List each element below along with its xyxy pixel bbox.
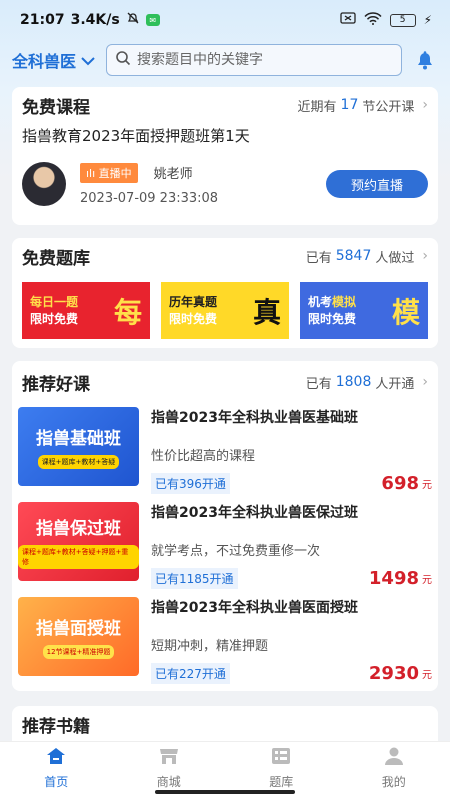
meta-count: 1808 xyxy=(335,374,372,390)
thumb-tag: 课程+题库+教材+答疑 xyxy=(37,455,120,469)
search-icon xyxy=(115,50,131,70)
section-title: 免费课程 xyxy=(22,97,90,118)
home-indicator[interactable] xyxy=(155,790,295,794)
tile-line1: 历年真题 xyxy=(169,294,218,309)
meta-prefix: 近期有 xyxy=(297,99,337,115)
course-desc: 性价比超高的课程 xyxy=(151,449,256,464)
search-input[interactable] xyxy=(137,52,393,68)
section-title: 推荐好课 xyxy=(22,374,90,395)
tile-big-char: 真 xyxy=(252,295,281,329)
enrolled-count: 已有1185开通 xyxy=(151,568,238,589)
meta-suffix: 人做过 xyxy=(375,250,415,266)
top-header: 全科兽医 xyxy=(0,40,450,80)
free-question-bank-card: 免费题库 已有 5847 人做过 › 每日一题限时免费 每 历年真题限时免费 真… xyxy=(12,238,438,348)
course-thumbnail: 指兽保过班 课程+题库+教材+答疑+押题+重修 xyxy=(18,502,139,581)
past-exams-tile[interactable]: 历年真题限时免费 真 xyxy=(161,282,289,339)
course-price: 2930 xyxy=(368,663,419,684)
profile-icon xyxy=(383,746,405,769)
meta-count: 17 xyxy=(340,97,359,113)
course-title: 指兽2023年全科执业兽医基础班 xyxy=(151,410,358,426)
thumb-tag: 课程+题库+教材+答疑+押题+重修 xyxy=(18,545,139,569)
status-bar: 21:07 3.4K/s ✉ 5 ⚡ xyxy=(0,0,450,40)
home-icon xyxy=(45,746,67,769)
live-status-badge: ılı 直播中 xyxy=(80,162,138,183)
thumb-title: 指兽保过班 xyxy=(36,519,121,539)
tile-line1a: 机考 xyxy=(308,294,333,309)
course-price: 698 xyxy=(381,473,419,494)
region-selector[interactable]: 全科兽医 xyxy=(12,48,96,72)
course-title: 指兽2023年全科执业兽医保过班 xyxy=(151,505,358,521)
search-bar[interactable] xyxy=(106,44,402,76)
mock-exam-tile[interactable]: 机考模拟限时免费 模 xyxy=(300,282,428,339)
bottom-tab-bar: 首页 商城 题库 我的 xyxy=(0,741,450,800)
meta-suffix: 节公开课 xyxy=(362,99,415,115)
meta-suffix: 人开通 xyxy=(375,376,415,392)
meta-prefix: 已有 xyxy=(305,250,332,266)
tile-line1: 每日一题 xyxy=(30,294,79,309)
chevron-right-icon: › xyxy=(422,248,428,264)
meta-prefix: 已有 xyxy=(305,376,332,392)
enrolled-count: 已有227开通 xyxy=(151,663,230,684)
sim-icon xyxy=(339,12,356,28)
wechat-icon: ✉ xyxy=(145,14,160,26)
thumb-tag: 12节课程+精准押题 xyxy=(42,645,115,659)
badge-label: 直播中 xyxy=(98,166,132,180)
recommended-courses-card: 推荐好课 已有 1808 人开通 › 指兽基础班 课程+题库+教材+答疑 指兽2… xyxy=(12,361,438,691)
network-speed: 3.4K/s xyxy=(70,12,120,28)
region-label: 全科兽医 xyxy=(12,52,77,71)
teacher-name: 姚老师 xyxy=(153,167,193,182)
tab-label: 首页 xyxy=(44,775,69,789)
live-datetime: 2023-07-09 23:33:08 xyxy=(80,190,219,206)
chevron-right-icon: › xyxy=(422,97,428,113)
thumb-title: 指兽基础班 xyxy=(36,429,121,449)
chevron-down-icon xyxy=(80,51,96,70)
teacher-avatar xyxy=(22,162,66,206)
book-live-button[interactable]: 预约直播 xyxy=(326,170,428,198)
tile-big-char: 每 xyxy=(113,295,142,329)
course-desc: 短期冲刺，精准押题 xyxy=(151,639,269,654)
live-bars-icon: ılı xyxy=(86,166,99,180)
chevron-right-icon: › xyxy=(422,374,428,390)
battery-icon: 5 xyxy=(389,13,416,27)
thumb-title: 指兽面授班 xyxy=(36,619,121,639)
live-lesson-title[interactable]: 指兽教育2023年面授押题班第1天 xyxy=(12,125,438,146)
recommended-more-link[interactable]: 已有 1808 人开通 › xyxy=(306,373,428,392)
section-title: 推荐书籍 xyxy=(22,716,90,737)
price-unit: 元 xyxy=(422,670,432,681)
price-unit: 元 xyxy=(422,480,432,491)
tile-line2: 限时免费 xyxy=(30,311,79,326)
section-title: 免费题库 xyxy=(22,248,90,269)
tab-profile[interactable]: 我的 xyxy=(338,742,450,800)
course-desc: 就学考点，不过免费重修一次 xyxy=(151,544,321,559)
question-bank-icon xyxy=(270,746,292,769)
charging-icon: ⚡ xyxy=(423,13,432,27)
tile-line1b: 模拟 xyxy=(332,294,357,309)
tile-line2: 限时免费 xyxy=(308,311,357,326)
tab-label: 我的 xyxy=(381,775,406,789)
tab-label: 商城 xyxy=(156,775,181,789)
free-course-card: 免费课程 近期有 17 节公开课 › 指兽教育2023年面授押题班第1天 ılı… xyxy=(12,87,438,225)
tab-home[interactable]: 首页 xyxy=(0,742,113,800)
mute-bell-icon xyxy=(126,11,140,29)
enrolled-count: 已有396开通 xyxy=(151,473,230,494)
status-time: 21:07 xyxy=(20,12,65,28)
notification-bell-icon[interactable] xyxy=(412,49,438,71)
course-item[interactable]: 指兽基础班 课程+题库+教材+答疑 指兽2023年全科执业兽医基础班 性价比超高… xyxy=(12,407,438,500)
wifi-icon xyxy=(364,11,382,29)
course-price: 1498 xyxy=(368,568,419,589)
course-item[interactable]: 指兽保过班 课程+题库+教材+答疑+押题+重修 指兽2023年全科执业兽医保过班… xyxy=(12,502,438,595)
course-thumbnail: 指兽基础班 课程+题库+教材+答疑 xyxy=(18,407,139,486)
free-bank-more-link[interactable]: 已有 5847 人做过 › xyxy=(306,247,428,266)
price-unit: 元 xyxy=(422,575,432,586)
course-thumbnail: 指兽面授班 12节课程+精准押题 xyxy=(18,597,139,676)
shop-icon xyxy=(158,746,180,769)
tab-label: 题库 xyxy=(269,775,294,789)
course-title: 指兽2023年全科执业兽医面授班 xyxy=(151,600,358,616)
course-item[interactable]: 指兽面授班 12节课程+精准押题 指兽2023年全科执业兽医面授班 短期冲刺，精… xyxy=(12,597,438,690)
free-course-more-link[interactable]: 近期有 17 节公开课 › xyxy=(298,96,428,115)
meta-count: 5847 xyxy=(335,248,372,264)
tile-big-char: 模 xyxy=(391,295,420,329)
tile-line2: 限时免费 xyxy=(169,311,218,326)
daily-question-tile[interactable]: 每日一题限时免费 每 xyxy=(22,282,150,339)
